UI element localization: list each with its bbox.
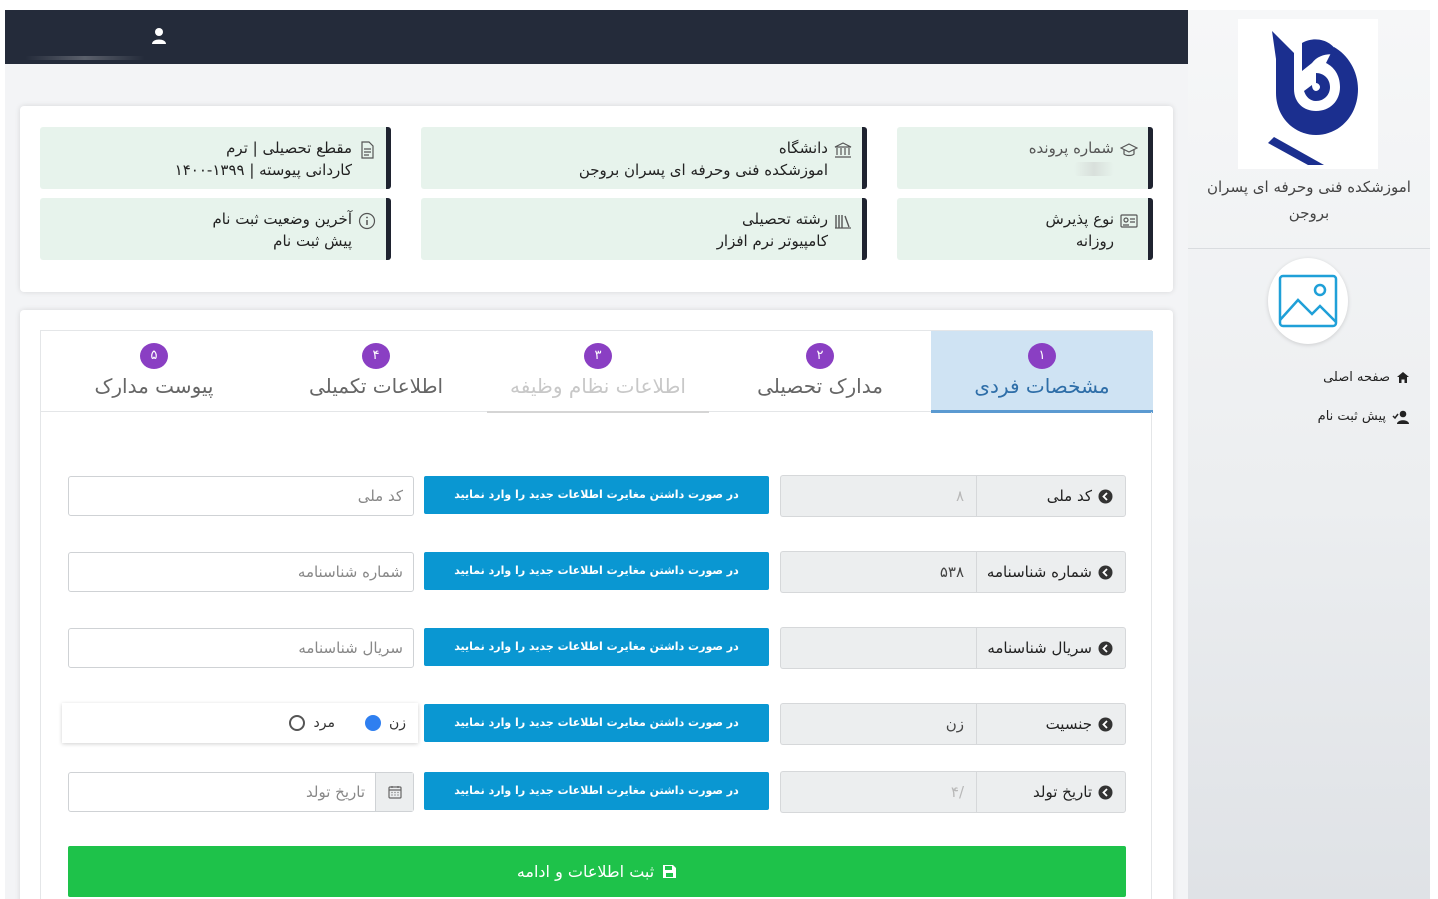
file-number-box: شماره پرونده xyxy=(897,127,1153,189)
arrow-circle-icon xyxy=(1098,785,1113,799)
step-number: ۲ xyxy=(806,343,834,369)
arrow-circle-icon xyxy=(1098,565,1113,579)
discrepancy-notice: در صورت داشتن مغایرت اطلاعات جدید را وار… xyxy=(424,552,769,590)
calendar-icon[interactable] xyxy=(375,773,413,811)
university-label: دانشگاه xyxy=(778,139,828,157)
id-card-icon xyxy=(1120,214,1138,228)
gender-label: جنسیت xyxy=(976,703,1126,745)
tab-additional-info[interactable]: ۴ اطلاعات تکمیلی xyxy=(265,331,487,413)
arrow-circle-icon xyxy=(1098,717,1113,731)
id-serial-input[interactable]: سریال شناسنامه xyxy=(68,628,414,668)
radio-unselected[interactable] xyxy=(289,715,306,731)
tab-education-documents[interactable]: ۲ مدارک تحصیلی xyxy=(709,331,931,413)
level-box: مقطع تحصیلی | ترم کاردانی پیوسته | ۱۳۹۹-… xyxy=(40,127,391,189)
arrow-circle-icon xyxy=(1098,641,1113,655)
field-of-study-box: رشته تحصیلی کامپیوتر نرم افزار xyxy=(421,198,867,260)
sidebar: اموزشکده فنی وحرفه ای پسران بروجن صفحه ا… xyxy=(1188,10,1430,899)
tab-label: اطلاعات نظام وظیفه xyxy=(510,374,686,398)
step-number: ۳ xyxy=(584,343,612,369)
save-and-continue-button[interactable]: ثبت اطلاعات و ادامه xyxy=(68,846,1126,897)
step-number: ۴ xyxy=(362,343,390,369)
discrepancy-notice: در صورت داشتن مغایرت اطلاعات جدید را وار… xyxy=(424,772,769,810)
save-icon xyxy=(663,865,677,878)
info-circle-icon xyxy=(358,212,376,230)
university-box: دانشگاه اموزشکده فنی وحرفه ای پسران بروج… xyxy=(421,127,867,189)
step-number: ۵ xyxy=(140,343,168,369)
admission-type-value: روزانه xyxy=(1075,232,1114,250)
national-code-label: کد ملی xyxy=(976,475,1126,517)
birth-date-input[interactable]: تاریخ تولد xyxy=(68,772,414,812)
wizard-tabs: ۱ مشخصات فردی ۲ مدارک تحصیلی ۳ اطلاعات ن… xyxy=(40,330,1153,413)
tab-attachments[interactable]: ۵ پیوست مدارک xyxy=(43,331,265,413)
registration-status-box: آخرین وضعیت ثبت نام پیش ثبت نام xyxy=(40,198,391,260)
tab-label: اطلاعات تکمیلی xyxy=(308,374,444,398)
field-of-study-value: کامپیوتر نرم افزار xyxy=(716,232,828,250)
birth-date-row: تاریخ تولد /۴ در صورت داشتن مغایرت اطلاع… xyxy=(68,771,1126,813)
registration-status-value: پیش ثبت نام xyxy=(273,232,352,250)
id-serial-row: سریال شناسنامه در صورت داشتن مغایرت اطلا… xyxy=(68,627,1126,669)
university-icon xyxy=(834,142,852,158)
save-button-label: ثبت اطلاعات و ادامه xyxy=(516,862,655,881)
national-code-input[interactable]: کد ملی xyxy=(68,476,414,516)
discrepancy-notice: در صورت داشتن مغایرت اطلاعات جدید را وار… xyxy=(424,476,769,514)
gender-option-female[interactable]: زن xyxy=(364,715,406,731)
user-name-blurred xyxy=(25,56,145,60)
field-of-study-label: رشته تحصیلی xyxy=(741,210,828,228)
graduation-cap-icon xyxy=(1120,143,1138,157)
gender-option-male[interactable]: مرد xyxy=(289,715,335,731)
tab-label: مشخصات فردی xyxy=(974,374,1110,398)
home-icon xyxy=(1397,372,1409,383)
tab-label: مدارک تحصیلی xyxy=(757,374,883,398)
file-number-value-blurred xyxy=(1074,162,1114,176)
image-placeholder-icon xyxy=(1278,274,1338,328)
id-number-value: ۵۳۸ xyxy=(780,551,976,593)
sidebar-item-label: پیش ثبت نام xyxy=(1317,409,1386,424)
id-number-input[interactable]: شماره شناسنامه xyxy=(68,552,414,592)
books-icon xyxy=(835,215,851,229)
gender-radio-group: زن مرد xyxy=(62,703,418,743)
id-number-row: شماره شناسنامه ۵۳۸ در صورت داشتن مغایرت … xyxy=(68,551,1126,593)
national-code-row: کد ملی ۸ در صورت داشتن مغایرت اطلاعات جد… xyxy=(68,475,1126,517)
birth-date-label: تاریخ تولد xyxy=(976,771,1126,813)
school-logo xyxy=(1238,19,1378,169)
file-number-label: شماره پرونده xyxy=(1028,139,1114,157)
admission-type-label: نوع پذیرش xyxy=(1045,210,1114,228)
top-bar xyxy=(5,10,1188,64)
sidebar-item-pre-registration[interactable]: پیش ثبت نام xyxy=(1318,409,1410,424)
tab-personal-info[interactable]: ۱ مشخصات فردی xyxy=(931,331,1153,413)
step-number: ۱ xyxy=(1028,343,1056,369)
national-code-value: ۸ xyxy=(780,475,976,517)
tab-military-service[interactable]: ۳ اطلاعات نظام وظیفه xyxy=(487,331,709,413)
arrow-circle-icon xyxy=(1098,489,1113,503)
id-serial-value xyxy=(780,627,976,669)
id-serial-label: سریال شناسنامه xyxy=(976,627,1126,669)
gender-value: زن xyxy=(780,703,976,745)
gender-row: جنسیت زن در صورت داشتن مغایرت اطلاعات جد… xyxy=(62,703,1126,745)
registration-status-label: آخرین وضعیت ثبت نام xyxy=(212,210,352,228)
tab-label: پیوست مدارک xyxy=(94,374,214,398)
sidebar-item-home[interactable]: صفحه اصلی xyxy=(1323,370,1410,385)
discrepancy-notice: در صورت داشتن مغایرت اطلاعات جدید را وار… xyxy=(424,704,769,742)
sidebar-divider xyxy=(1188,248,1430,249)
sidebar-item-label: صفحه اصلی xyxy=(1323,370,1390,385)
discrepancy-notice: در صورت داشتن مغایرت اطلاعات جدید را وار… xyxy=(424,628,769,666)
admission-type-box: نوع پذیرش روزانه xyxy=(897,198,1153,260)
student-info-card: شماره پرونده دانشگاه اموزشکده فنی وحرفه … xyxy=(20,106,1173,292)
radio-selected[interactable] xyxy=(364,715,381,731)
user-icon[interactable] xyxy=(151,27,167,45)
id-number-label: شماره شناسنامه xyxy=(976,551,1126,593)
university-value: اموزشکده فنی وحرفه ای پسران بروجن xyxy=(578,161,828,179)
level-value: کاردانی پیوسته | ۱۳۹۹-۱۴۰۰ xyxy=(174,161,352,179)
birth-date-placeholder: تاریخ تولد xyxy=(306,783,365,801)
user-check-icon xyxy=(1392,410,1409,424)
profile-avatar[interactable] xyxy=(1268,258,1348,344)
school-name: اموزشکده فنی وحرفه ای پسران بروجن xyxy=(1207,178,1411,222)
birth-date-value: /۴ xyxy=(780,771,976,813)
document-icon xyxy=(361,141,374,159)
level-label: مقطع تحصیلی | ترم xyxy=(226,139,352,157)
